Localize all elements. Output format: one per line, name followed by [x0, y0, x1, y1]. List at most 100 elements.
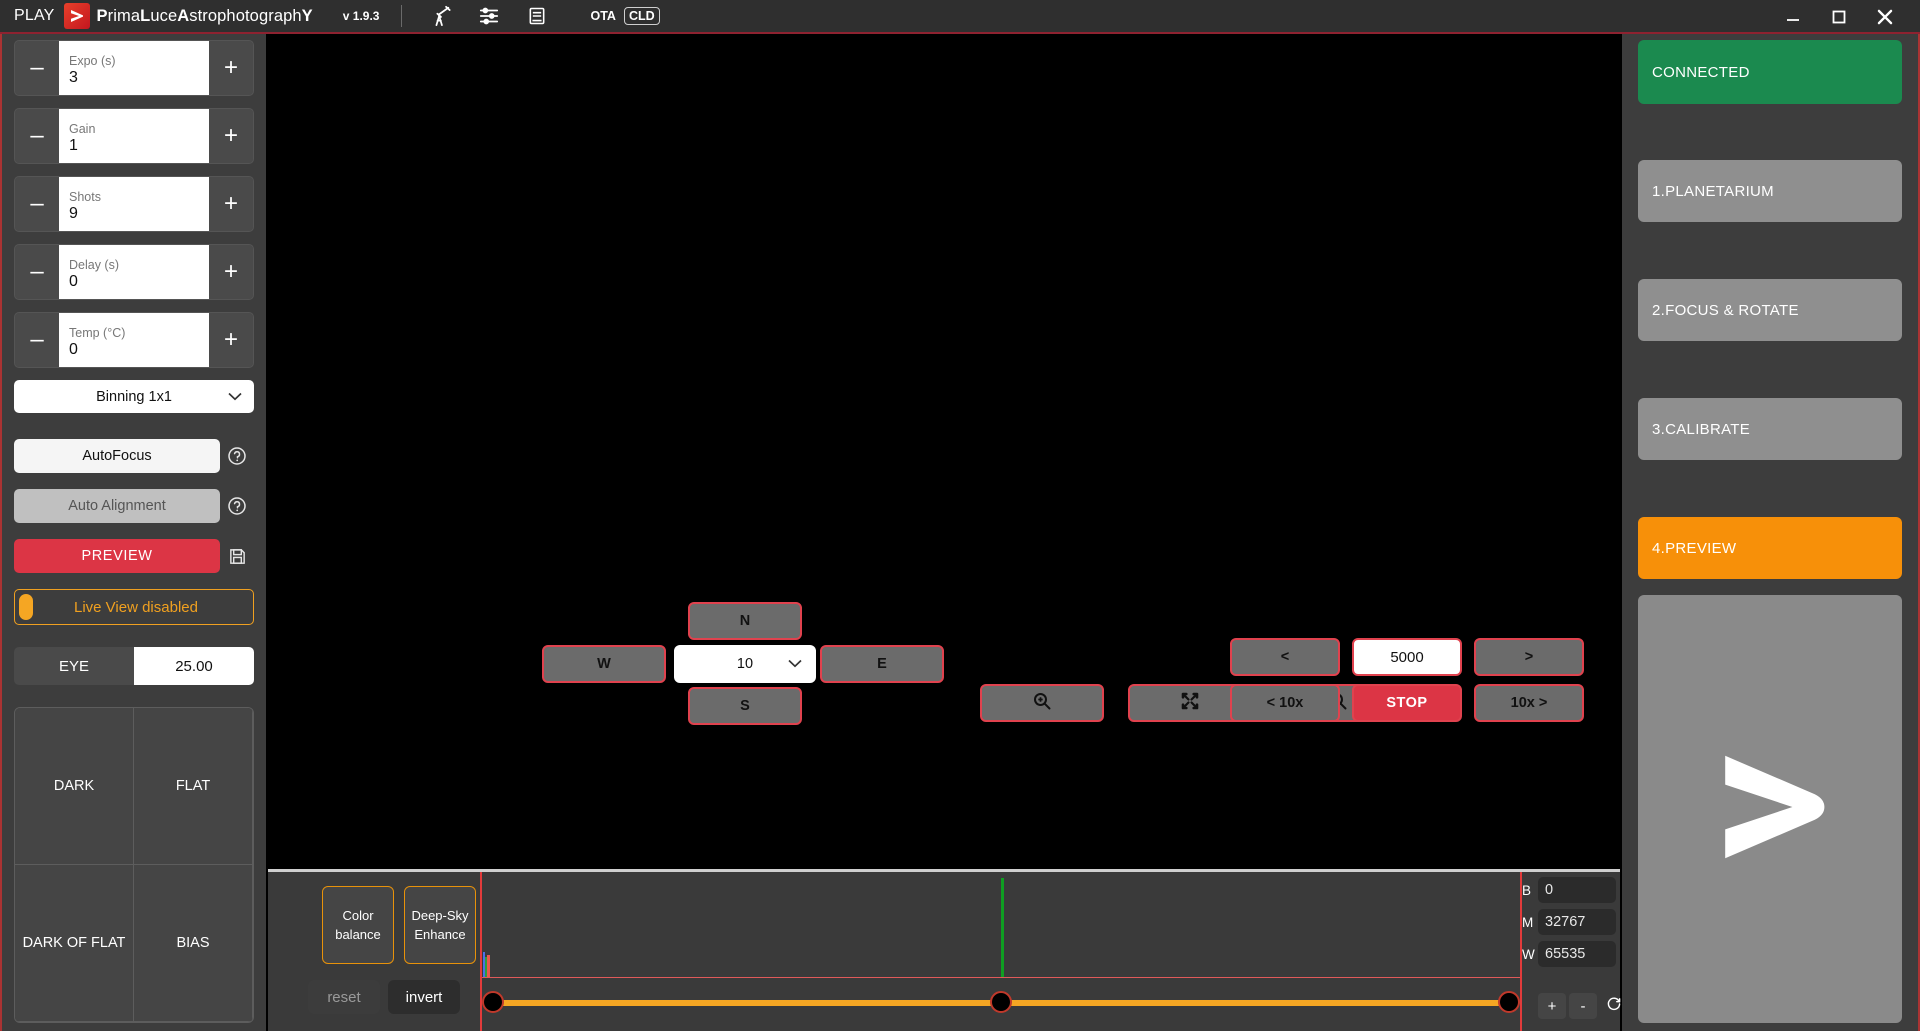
expo-label: Expo (s)	[69, 53, 116, 68]
focuser-stop-button[interactable]: STOP	[1352, 684, 1462, 722]
eye-value-field[interactable]: 25.00	[134, 647, 254, 685]
white-level-field[interactable]: 65535	[1538, 941, 1616, 967]
delay-decrement-button[interactable]: –	[15, 245, 59, 299]
shots-label: Shots	[69, 189, 101, 204]
levels-plus-button[interactable]: +	[1538, 993, 1566, 1019]
live-view-toggle[interactable]: Live View disabled	[14, 589, 254, 625]
temp-field[interactable]: Temp (°C) 0	[59, 313, 209, 367]
image-preview-canvas[interactable]: N S W E 10 < 5000 > < 10x STOP 10x >	[268, 34, 1620, 872]
focuser-prev-button[interactable]: <	[1230, 638, 1340, 676]
focuser-next-button[interactable]: >	[1474, 638, 1584, 676]
mid-level-field[interactable]: 32767	[1538, 909, 1616, 935]
levels-midpoint-handle[interactable]	[990, 991, 1012, 1013]
fit-screen-icon	[1180, 691, 1200, 716]
gain-value[interactable]: 1	[69, 136, 199, 156]
delay-stepper[interactable]: – Delay (s) 0 +	[14, 244, 254, 300]
nav-east-button[interactable]: E	[820, 645, 944, 683]
histogram-red-peak	[487, 955, 490, 977]
delay-value[interactable]: 0	[69, 272, 199, 292]
right-workflow-panel: CONNECTED 1.PLANETARIUM 2.FOCUS & ROTATE…	[1620, 34, 1920, 1031]
zoom-in-icon	[1032, 691, 1052, 716]
save-icon[interactable]	[220, 547, 254, 566]
connection-badges: OTA CLD	[590, 7, 660, 25]
live-view-label: Live View disabled	[74, 598, 198, 616]
maximize-icon[interactable]	[1816, 0, 1862, 33]
enhancement-buttons: Color balance Deep-Sky Enhance	[322, 886, 476, 964]
dark-of-flat-button[interactable]: DARK OF FLAT	[15, 864, 134, 1022]
nav-south-button[interactable]: S	[688, 687, 802, 725]
telescope-icon[interactable]	[424, 2, 458, 30]
auto-alignment-button[interactable]: Auto Alignment	[14, 489, 220, 523]
app-version: v 1.9.3	[342, 9, 380, 23]
shots-value[interactable]: 9	[69, 204, 199, 224]
window-controls	[1770, 0, 1920, 33]
levels-minus-button[interactable]: -	[1569, 993, 1597, 1019]
levels-black-point-handle[interactable]	[482, 991, 504, 1013]
delay-increment-button[interactable]: +	[209, 245, 253, 299]
expo-field[interactable]: Expo (s) 3	[59, 41, 209, 95]
nav-step-select[interactable]: 10	[674, 645, 816, 683]
shots-increment-button[interactable]: +	[209, 177, 253, 231]
book-icon[interactable]	[520, 2, 554, 30]
dark-button[interactable]: DARK	[15, 708, 134, 865]
binning-select[interactable]: Binning 1x1	[14, 380, 254, 413]
expo-stepper[interactable]: – Expo (s) 3 +	[14, 40, 254, 96]
minimize-icon[interactable]	[1770, 0, 1816, 33]
focuser-next-10x-button[interactable]: 10x >	[1474, 684, 1584, 722]
help-icon-autofocus[interactable]	[220, 446, 254, 466]
badge-cld[interactable]: CLD	[623, 7, 660, 25]
step-button-preview[interactable]: 4.PREVIEW	[1638, 517, 1902, 579]
invert-button[interactable]: invert	[388, 980, 460, 1014]
delay-field[interactable]: Delay (s) 0	[59, 245, 209, 299]
levels-refresh-button[interactable]	[1600, 993, 1628, 1019]
temp-decrement-button[interactable]: –	[15, 313, 59, 367]
gain-increment-button[interactable]: +	[209, 109, 253, 163]
live-view-knob[interactable]	[19, 594, 33, 620]
bias-button[interactable]: BIAS	[133, 864, 253, 1022]
expo-value[interactable]: 3	[69, 68, 199, 88]
play-label: PLAY	[14, 7, 55, 24]
step-button-planetarium[interactable]: 1.PLANETARIUM	[1638, 160, 1902, 222]
nav-step-value: 10	[736, 656, 754, 672]
nav-north-button[interactable]: N	[688, 602, 802, 640]
step-button-calibrate[interactable]: 3.CALIBRATE	[1638, 398, 1902, 460]
zoom-in-button[interactable]	[980, 684, 1104, 722]
flat-button[interactable]: FLAT	[133, 708, 253, 865]
color-balance-button[interactable]: Color balance	[322, 886, 394, 964]
expo-decrement-button[interactable]: –	[15, 41, 59, 95]
deep-sky-enhance-button[interactable]: Deep-Sky Enhance	[404, 886, 476, 964]
levels-slider[interactable]	[482, 991, 1520, 1015]
refresh-icon	[1606, 996, 1622, 1016]
shots-decrement-button[interactable]: –	[15, 177, 59, 231]
center-area: N S W E 10 < 5000 > < 10x STOP 10x > Col…	[268, 34, 1621, 1031]
histogram-plot-area[interactable]	[480, 872, 1520, 1031]
app-logo-icon	[63, 3, 90, 29]
gain-field[interactable]: Gain 1	[59, 109, 209, 163]
mid-level-label: M	[1522, 914, 1534, 930]
sliders-icon[interactable]	[472, 2, 506, 30]
temp-stepper[interactable]: – Temp (°C) 0 +	[14, 312, 254, 368]
step-button-focus-rotate[interactable]: 2.FOCUS & ROTATE	[1638, 279, 1902, 341]
focuser-position-field[interactable]: 5000	[1352, 638, 1462, 676]
shots-field[interactable]: Shots 9	[59, 177, 209, 231]
help-icon-auto-alignment[interactable]	[220, 496, 254, 516]
black-level-field[interactable]: 0	[1538, 877, 1616, 903]
autofocus-button[interactable]: AutoFocus	[14, 439, 220, 473]
gain-stepper[interactable]: – Gain 1 +	[14, 108, 254, 164]
shots-stepper[interactable]: – Shots 9 +	[14, 176, 254, 232]
expo-increment-button[interactable]: +	[209, 41, 253, 95]
white-level-row: W 65535	[1522, 941, 1616, 967]
close-icon[interactable]	[1862, 0, 1908, 33]
mid-level-row: M 32767	[1522, 909, 1616, 935]
badge-ota[interactable]: OTA	[590, 9, 615, 23]
focuser-prev-10x-button[interactable]: < 10x	[1230, 684, 1340, 722]
preview-button[interactable]: PREVIEW	[14, 539, 220, 573]
eye-button[interactable]: EYE	[14, 647, 134, 685]
gain-decrement-button[interactable]: –	[15, 109, 59, 163]
nav-west-button[interactable]: W	[542, 645, 666, 683]
temp-value[interactable]: 0	[69, 340, 199, 360]
status-badge-connected[interactable]: CONNECTED	[1638, 40, 1902, 104]
temp-increment-button[interactable]: +	[209, 313, 253, 367]
levels-white-point-handle[interactable]	[1498, 991, 1520, 1013]
reset-button[interactable]: reset	[308, 980, 380, 1014]
